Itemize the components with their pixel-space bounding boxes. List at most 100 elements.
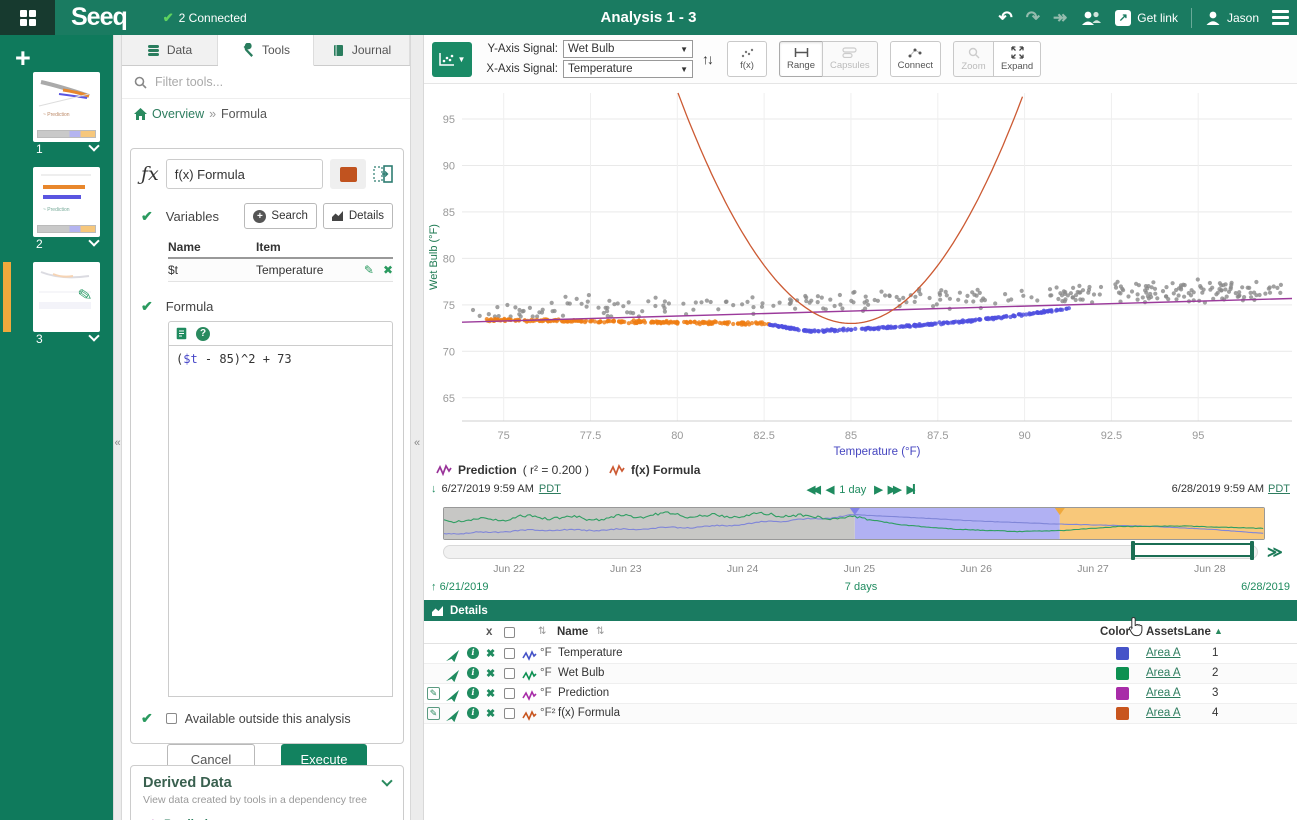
- get-link-button[interactable]: ↗ Get link: [1115, 10, 1178, 26]
- formula-editor[interactable]: ($t - 85)^2 + 73: [168, 345, 393, 697]
- remove-item-icon[interactable]: ✖: [486, 687, 495, 700]
- row-checkbox[interactable]: [504, 668, 515, 679]
- info-icon[interactable]: i: [467, 687, 479, 699]
- asset-link[interactable]: Area A: [1146, 707, 1181, 719]
- sidebar-collapse-strip[interactable]: «: [113, 35, 122, 820]
- sort-icon-name[interactable]: ⇅: [596, 626, 604, 637]
- hamburger-menu[interactable]: [1272, 10, 1289, 25]
- worksheet-thumbnail-1[interactable]: ~ Prediction: [33, 72, 100, 142]
- range-start[interactable]: 6/27/2019 9:59 AM: [442, 483, 534, 495]
- tab-journal[interactable]: Journal: [314, 35, 410, 65]
- remove-item-icon[interactable]: ✖: [486, 667, 495, 680]
- header-lane[interactable]: Lane: [1184, 626, 1211, 638]
- timezone-link[interactable]: PDT: [539, 483, 561, 495]
- redo-all-button[interactable]: ↠: [1053, 9, 1067, 26]
- item-name[interactable]: Prediction: [558, 687, 609, 699]
- info-icon[interactable]: i: [467, 707, 479, 719]
- zoom-button[interactable]: Zoom: [953, 41, 993, 77]
- sort-ascending-icon[interactable]: ▲: [1214, 626, 1223, 636]
- filter-tools-input[interactable]: [155, 75, 398, 89]
- connection-status[interactable]: ✔ 2 Connected: [163, 10, 247, 26]
- item-name[interactable]: f(x) Formula: [558, 707, 620, 719]
- worksheet-3-chevron-icon[interactable]: [88, 330, 99, 341]
- chart-type-dropdown[interactable]: ▼: [432, 42, 472, 77]
- add-worksheet-button[interactable]: +: [15, 43, 31, 74]
- details-variable-button[interactable]: Details: [323, 203, 393, 229]
- apps-menu-button[interactable]: [0, 0, 55, 35]
- info-icon[interactable]: i: [467, 647, 479, 659]
- step-forward-icon[interactable]: ▶: [874, 483, 879, 496]
- range-end[interactable]: 6/28/2019 9:59 AM: [1172, 483, 1264, 495]
- document-icon[interactable]: [176, 327, 187, 340]
- edit-variable-icon[interactable]: ✎: [364, 263, 374, 277]
- panel-collapse-strip[interactable]: «: [410, 35, 424, 820]
- fx-overlay-button[interactable]: f(x): [727, 41, 767, 77]
- item-name[interactable]: Wet Bulb: [558, 667, 604, 679]
- undo-button[interactable]: ↶: [999, 9, 1013, 26]
- asset-link[interactable]: Area A: [1146, 647, 1181, 659]
- header-name[interactable]: Name: [557, 626, 588, 638]
- tab-tools[interactable]: Tools: [218, 35, 314, 66]
- insert-panel-icon[interactable]: [373, 164, 393, 184]
- user-menu[interactable]: Jason: [1205, 10, 1259, 26]
- info-icon[interactable]: i: [467, 667, 479, 679]
- sort-icon[interactable]: ⇅: [538, 626, 546, 637]
- worksheet-1-chevron-icon[interactable]: [88, 140, 99, 151]
- x-axis-signal-select[interactable]: Temperature▼: [563, 60, 693, 78]
- row-checkbox[interactable]: [504, 648, 515, 659]
- available-checkbox[interactable]: [166, 713, 177, 724]
- worksheet-thumbnail-2[interactable]: ~ Prediction: [33, 167, 100, 237]
- investigate-start-arrow-icon[interactable]: ↑: [431, 581, 437, 593]
- asset-link[interactable]: Area A: [1146, 687, 1181, 699]
- step-to-end-icon[interactable]: ▶: [907, 483, 915, 496]
- help-icon[interactable]: ?: [196, 327, 210, 341]
- investigate-end[interactable]: 6/28/2019: [1241, 581, 1290, 593]
- worksheet-thumbnail-3[interactable]: ✎: [33, 262, 100, 332]
- color-swatch-button[interactable]: [330, 159, 366, 189]
- timeline-minimap[interactable]: [443, 507, 1265, 540]
- color-swatch[interactable]: [1116, 687, 1129, 700]
- color-swatch[interactable]: [1116, 707, 1129, 720]
- remove-item-icon[interactable]: ✖: [486, 647, 495, 660]
- range-button[interactable]: Range: [779, 41, 822, 77]
- redo-button[interactable]: ↷: [1026, 9, 1040, 26]
- item-name[interactable]: Temperature: [558, 647, 623, 659]
- remove-variable-icon[interactable]: ✖: [383, 263, 393, 277]
- asset-link[interactable]: Area A: [1146, 667, 1181, 679]
- header-remove-all[interactable]: x: [486, 626, 492, 638]
- remove-item-icon[interactable]: ✖: [486, 707, 495, 720]
- expand-button[interactable]: Expand: [993, 41, 1041, 77]
- y-axis-signal-select[interactable]: Wet Bulb▼: [563, 40, 693, 58]
- row-checkbox[interactable]: [504, 708, 515, 719]
- header-assets[interactable]: Assets: [1146, 626, 1184, 638]
- edit-item-icon[interactable]: ✎: [427, 687, 440, 700]
- scatter-chart[interactable]: 657075808590957577.58082.58587.59092.595…: [424, 85, 1297, 459]
- users-icon[interactable]: [1080, 10, 1102, 26]
- range-start-arrow-icon[interactable]: ↓: [431, 483, 437, 495]
- search-variable-button[interactable]: + Search: [244, 203, 316, 229]
- scrollbar-selection[interactable]: [1132, 543, 1253, 557]
- investigate-duration[interactable]: 7 days: [845, 581, 877, 593]
- derived-collapse-chevron-icon[interactable]: [381, 775, 392, 786]
- header-color[interactable]: Color: [1100, 626, 1130, 638]
- home-icon[interactable]: [134, 108, 147, 120]
- breadcrumb-overview-link[interactable]: Overview: [152, 107, 204, 121]
- color-swatch[interactable]: [1116, 667, 1129, 680]
- investigate-start[interactable]: 6/21/2019: [440, 581, 489, 593]
- capsules-button[interactable]: Capsules: [822, 41, 878, 77]
- connect-button[interactable]: Connect: [890, 41, 941, 77]
- range-duration[interactable]: 1 day: [839, 484, 866, 496]
- step-back-large-icon[interactable]: ◀◀: [807, 483, 818, 496]
- auto-update-icon[interactable]: ≫: [1267, 543, 1283, 561]
- edit-item-icon[interactable]: ✎: [427, 707, 440, 720]
- timezone-link-end[interactable]: PDT: [1268, 483, 1290, 495]
- step-forward-large-icon[interactable]: ▶▶: [888, 483, 899, 496]
- formula-name-input[interactable]: f(x) Formula: [166, 159, 323, 189]
- details-panel-header[interactable]: Details: [424, 600, 1297, 621]
- row-checkbox[interactable]: [504, 688, 515, 699]
- worksheet-2-chevron-icon[interactable]: [88, 235, 99, 246]
- tab-data[interactable]: Data: [122, 35, 218, 65]
- swap-axes-button[interactable]: ↑↓: [697, 41, 717, 77]
- step-back-icon[interactable]: ◀: [826, 483, 831, 496]
- header-select-all-checkbox[interactable]: [504, 627, 515, 638]
